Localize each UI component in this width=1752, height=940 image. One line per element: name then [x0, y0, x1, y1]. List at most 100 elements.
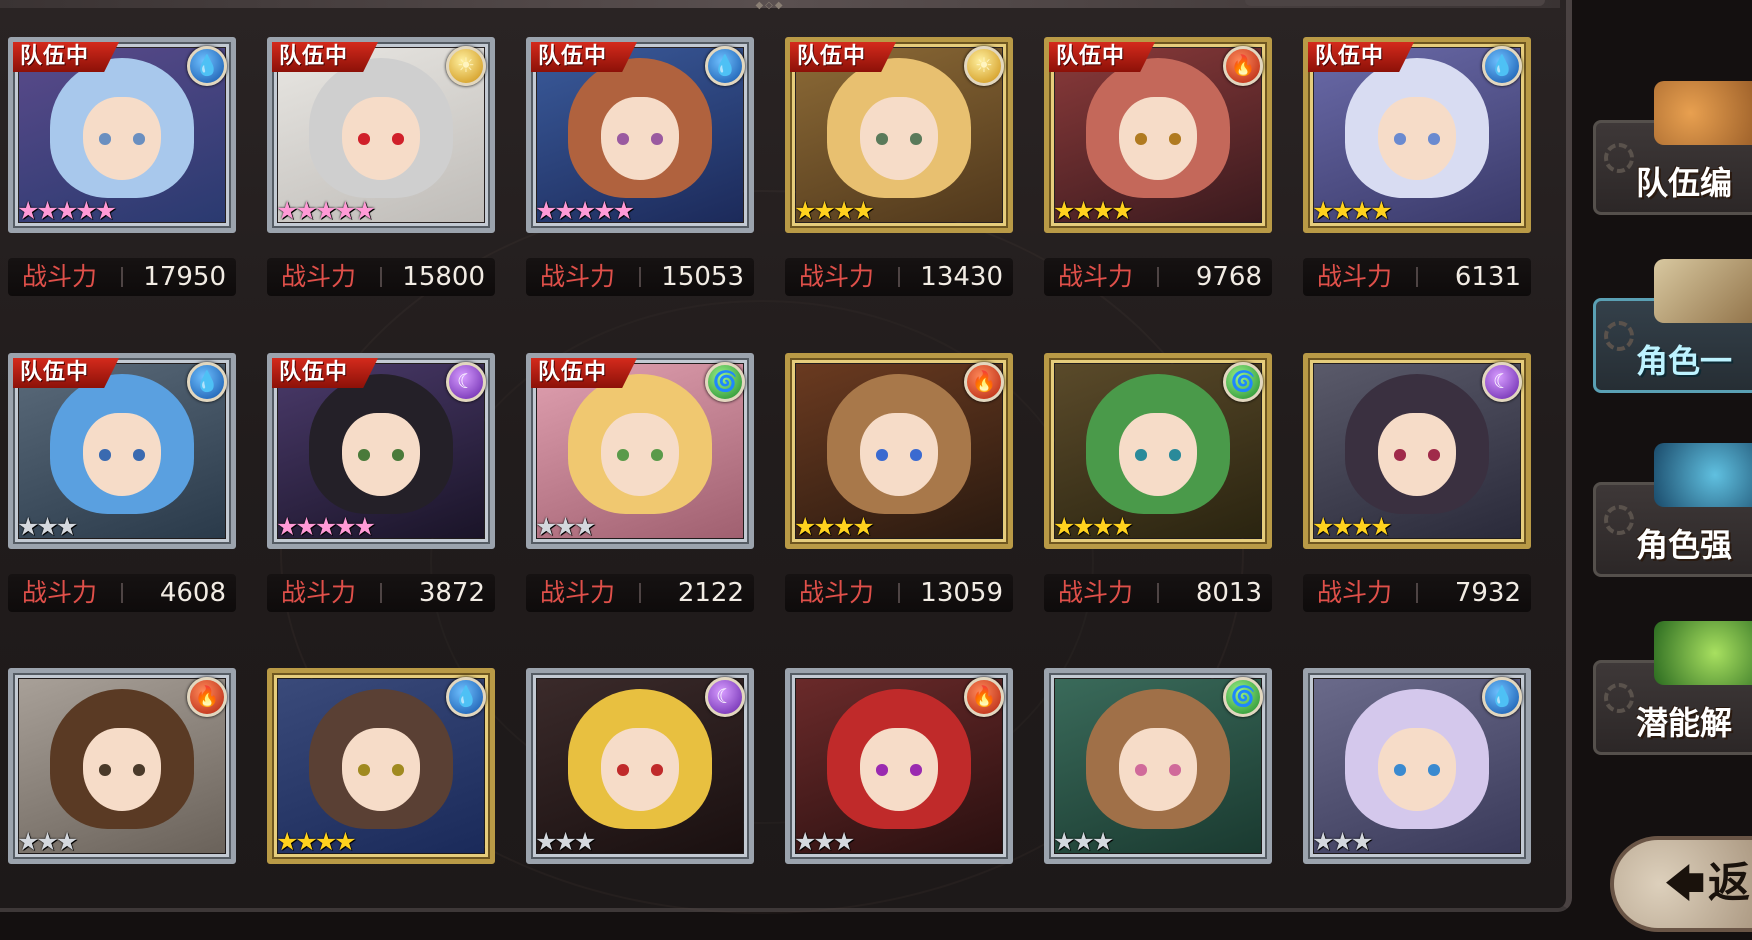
menu-art-icon: [1654, 443, 1752, 507]
character-list-button[interactable]: 角色一: [1593, 259, 1752, 393]
character-card[interactable]: 队伍中 ☾ ★★★★★: [267, 353, 495, 549]
rarity-stars-icon: ★★★: [1053, 827, 1114, 856]
panel-top-tab: [1245, 0, 1545, 6]
portrait-face: [859, 727, 939, 812]
in-team-badge: 队伍中: [790, 42, 896, 72]
power-bar: 战斗力 15800: [267, 258, 495, 296]
portrait-face: [341, 727, 421, 812]
character-card[interactable]: 队伍中 ☀ ★★★★: [785, 37, 1013, 233]
menu-art-icon: [1654, 259, 1752, 323]
light-icon: ☀: [964, 46, 1004, 86]
power-label: 战斗力: [281, 578, 357, 607]
power-divider: [1157, 583, 1159, 603]
dark-icon: ☾: [1482, 362, 1522, 402]
fire-icon: 🔥: [187, 677, 227, 717]
portrait-eye: [357, 449, 371, 462]
power-divider: [380, 583, 382, 603]
power-divider: [1416, 267, 1418, 287]
character-card[interactable]: 🔥 ★★★: [785, 668, 1013, 864]
water-icon: 💧: [1482, 46, 1522, 86]
rarity-stars-icon: ★★★★★: [535, 196, 635, 225]
portrait-face: [859, 96, 939, 181]
wind-icon: 🌀: [705, 362, 745, 402]
power-value: 13430: [920, 262, 1003, 292]
character-enhance-button[interactable]: 角色强: [1593, 443, 1752, 577]
dark-icon: ☾: [705, 677, 745, 717]
back-button[interactable]: 🡄 返: [1610, 836, 1752, 932]
rarity-stars-icon: ★★★: [535, 827, 596, 856]
menu-label: 队伍编: [1636, 164, 1733, 202]
portrait-face: [341, 96, 421, 181]
power-bar: 战斗力 4608: [8, 574, 236, 612]
portrait-eye: [1427, 764, 1441, 777]
water-icon: 💧: [705, 46, 745, 86]
power-value: 15053: [661, 262, 744, 292]
character-card[interactable]: ☾ ★★★★: [1303, 353, 1531, 549]
power-divider: [1416, 583, 1418, 603]
power-bar: 战斗力 13430: [785, 258, 1013, 296]
portrait-eye: [1393, 764, 1407, 777]
in-team-badge: 队伍中: [1049, 42, 1155, 72]
power-bar: 战斗力 8013: [1044, 574, 1272, 612]
portrait-face: [600, 727, 680, 812]
character-card[interactable]: 💧 ★★★: [1303, 668, 1531, 864]
character-card[interactable]: 🌀 ★★★★: [1044, 353, 1272, 549]
character-card[interactable]: 🌀 ★★★: [1044, 668, 1272, 864]
character-card[interactable]: 队伍中 ☀ ★★★★★: [267, 37, 495, 233]
portrait-eye: [1393, 133, 1407, 146]
power-label: 战斗力: [1058, 262, 1134, 291]
character-card[interactable]: 🔥 ★★★★: [785, 353, 1013, 549]
power-bar: 战斗力 13059: [785, 574, 1013, 612]
gear-icon: [1604, 321, 1634, 351]
rarity-stars-icon: ★★★★: [276, 827, 357, 856]
character-card[interactable]: 🔥 ★★★: [8, 668, 236, 864]
fire-icon: 🔥: [1223, 46, 1263, 86]
water-icon: 💧: [446, 677, 486, 717]
rarity-stars-icon: ★★★★: [1312, 196, 1393, 225]
portrait-eye: [98, 133, 112, 146]
character-card[interactable]: ☾ ★★★: [526, 668, 754, 864]
character-card[interactable]: 队伍中 💧 ★★★★★: [8, 37, 236, 233]
portrait-face: [1118, 96, 1198, 181]
power-value: 3872: [418, 578, 485, 608]
rarity-stars-icon: ★★★★: [794, 196, 875, 225]
power-value: 13059: [920, 578, 1003, 608]
menu-label: 角色强: [1636, 526, 1733, 564]
portrait-eye: [1168, 764, 1182, 777]
portrait-eye: [909, 449, 923, 462]
wind-icon: 🌀: [1223, 677, 1263, 717]
portrait-eye: [132, 764, 146, 777]
character-card[interactable]: 💧 ★★★★: [267, 668, 495, 864]
power-divider: [898, 583, 900, 603]
portrait-face: [82, 412, 162, 497]
power-bar: 战斗力 3872: [267, 574, 495, 612]
in-team-badge: 队伍中: [531, 358, 637, 388]
portrait-eye: [357, 133, 371, 146]
portrait-face: [1377, 727, 1457, 812]
power-bar: 战斗力 9768: [1044, 258, 1272, 296]
rarity-stars-icon: ★★★: [17, 512, 78, 541]
power-label: 战斗力: [540, 262, 616, 291]
power-label: 战斗力: [281, 262, 357, 291]
gear-icon: [1604, 683, 1634, 713]
power-label: 战斗力: [1058, 578, 1134, 607]
portrait-eye: [909, 764, 923, 777]
in-team-badge: 队伍中: [531, 42, 637, 72]
power-bar: 战斗力 2122: [526, 574, 754, 612]
portrait-eye: [391, 764, 405, 777]
portrait-eye: [132, 133, 146, 146]
menu-art-icon: [1654, 81, 1752, 145]
character-card[interactable]: 队伍中 🌀 ★★★: [526, 353, 754, 549]
portrait-eye: [909, 133, 923, 146]
character-card[interactable]: 队伍中 💧 ★★★: [8, 353, 236, 549]
team-edit-button[interactable]: 队伍编: [1593, 81, 1752, 215]
portrait-eye: [650, 449, 664, 462]
wind-icon: 🌀: [1223, 362, 1263, 402]
potential-unlock-button[interactable]: 潜能解: [1593, 621, 1752, 755]
water-icon: 💧: [187, 362, 227, 402]
rarity-stars-icon: ★★★: [535, 512, 596, 541]
portrait-face: [859, 412, 939, 497]
character-card[interactable]: 队伍中 💧 ★★★★: [1303, 37, 1531, 233]
character-card[interactable]: 队伍中 💧 ★★★★★: [526, 37, 754, 233]
character-card[interactable]: 队伍中 🔥 ★★★★: [1044, 37, 1272, 233]
